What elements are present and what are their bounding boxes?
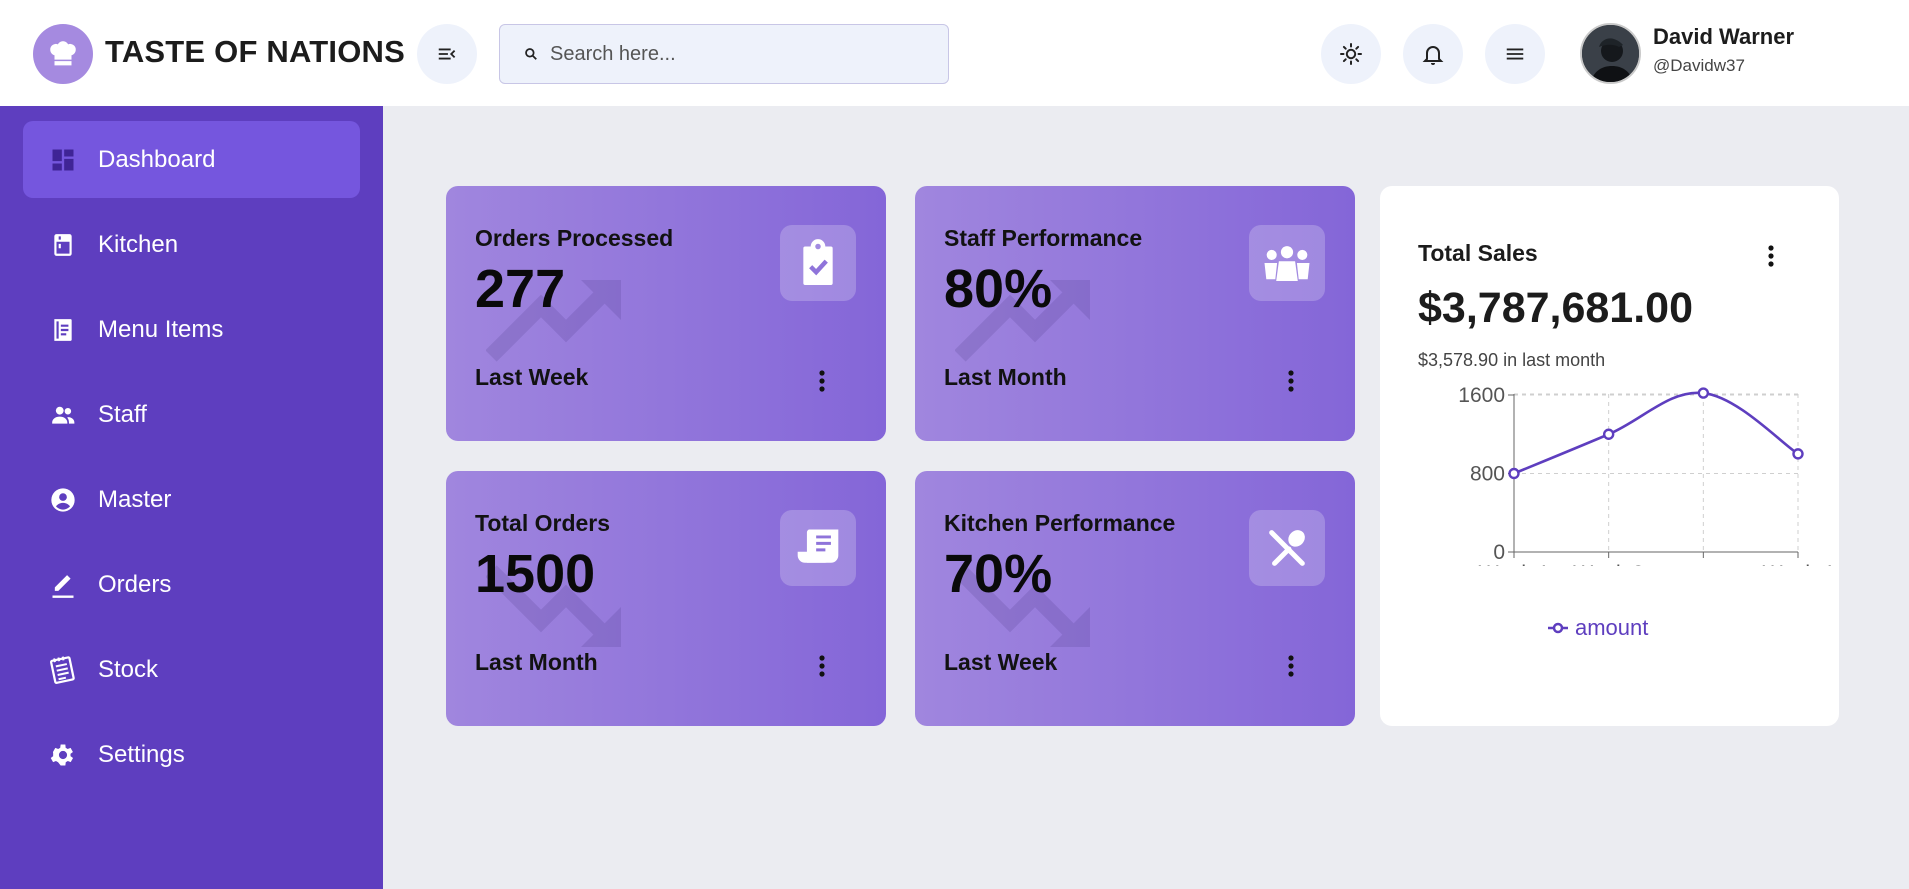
receipt-icon xyxy=(780,510,856,586)
more-vertical-icon xyxy=(1288,655,1294,677)
notifications-button[interactable] xyxy=(1403,24,1463,84)
card-period: Last Month xyxy=(475,649,598,675)
sidebar-toggle-button[interactable] xyxy=(417,24,477,84)
dashboard-icon xyxy=(48,145,78,175)
sales-subtitle: $3,578.90 in last month xyxy=(1418,350,1606,370)
sidebar-item-label: Master xyxy=(98,485,172,513)
avatar[interactable] xyxy=(1580,23,1641,84)
top-bar: TASTE OF NATIONS David Warner @Davidw37 xyxy=(0,0,1909,106)
sidebar-item-menu-items[interactable]: Menu Items xyxy=(23,291,360,368)
group-icon xyxy=(1249,225,1325,301)
stat-card-total-orders: Total Orders 1500 Last Month xyxy=(446,471,886,726)
card-period: Last Week xyxy=(475,364,589,390)
sidebar: Dashboard Kitchen Menu Items Staff Maste… xyxy=(0,106,383,889)
more-options-button[interactable] xyxy=(1281,651,1301,681)
sidebar-item-orders[interactable]: Orders xyxy=(23,546,360,623)
data-point xyxy=(1602,428,1615,440)
more-vertical-icon xyxy=(1768,245,1774,267)
legend-label: amount xyxy=(1575,615,1649,640)
user-handle: @Davidw37 xyxy=(1653,56,1745,75)
sales-total: $3,787,681.00 xyxy=(1418,284,1693,332)
card-value: 80% xyxy=(944,259,1053,319)
data-point xyxy=(1792,448,1804,460)
x-tick-label: Week 1 xyxy=(1479,562,1550,566)
sun-icon xyxy=(1340,43,1362,65)
clipboard-check-icon xyxy=(780,225,856,301)
bell-icon xyxy=(1422,46,1444,65)
search-box xyxy=(499,24,949,84)
more-vertical-icon xyxy=(819,370,825,392)
sidebar-item-label: Menu Items xyxy=(98,315,224,343)
sidebar-item-kitchen[interactable]: Kitchen xyxy=(23,206,360,283)
account-circle-icon xyxy=(48,485,78,515)
gear-icon xyxy=(48,740,78,770)
data-point xyxy=(1697,387,1710,399)
y-tick-label: 0 xyxy=(1493,541,1505,564)
sidebar-item-master[interactable]: Master xyxy=(23,461,360,538)
more-vertical-icon xyxy=(819,655,825,677)
card-title: Total Orders xyxy=(475,510,611,536)
more-options-button[interactable] xyxy=(812,651,832,681)
card-value: 1500 xyxy=(475,544,596,604)
main-menu-button[interactable] xyxy=(1485,24,1545,84)
sidebar-item-label: Kitchen xyxy=(98,230,179,258)
user-name[interactable]: David Warner xyxy=(1653,24,1794,50)
sidebar-item-settings[interactable]: Settings xyxy=(23,716,360,793)
sales-line-chart: 0 800 1600 Week 1 Week 2 Week 4 xyxy=(1458,386,1834,566)
chef-hat-logo-icon[interactable] xyxy=(33,24,93,84)
hamburger-icon xyxy=(1506,48,1524,60)
search-icon xyxy=(524,47,538,61)
app-title: TASTE OF NATIONS xyxy=(105,34,405,69)
menu-collapse-icon xyxy=(438,48,456,60)
more-options-button[interactable] xyxy=(1761,241,1781,271)
card-title: Staff Performance xyxy=(944,225,1143,251)
data-point xyxy=(1508,467,1520,480)
notepad-icon xyxy=(48,655,78,685)
search-input[interactable] xyxy=(550,42,910,66)
x-tick-label: Week 4 xyxy=(1763,562,1834,566)
total-sales-panel: Total Sales $3,787,681.00 $3,578.90 in l… xyxy=(1380,186,1839,726)
sidebar-item-stock[interactable]: Stock xyxy=(23,631,360,708)
y-tick-label: 1600 xyxy=(1458,386,1505,407)
sidebar-item-label: Settings xyxy=(98,740,185,768)
kitchen-icon xyxy=(48,230,78,260)
edit-icon xyxy=(48,570,78,600)
card-value: 277 xyxy=(475,259,566,319)
card-title: Orders Processed xyxy=(475,225,674,251)
sidebar-item-label: Orders xyxy=(98,570,172,598)
more-vertical-icon xyxy=(1288,370,1294,392)
legend-line-marker-icon xyxy=(1548,622,1568,634)
sidebar-item-staff[interactable]: Staff xyxy=(23,376,360,453)
y-tick-label: 800 xyxy=(1470,463,1505,486)
sidebar-item-label: Staff xyxy=(98,400,147,428)
theme-toggle-button[interactable] xyxy=(1321,24,1381,84)
sales-title: Total Sales xyxy=(1418,240,1538,266)
menu-book-icon xyxy=(48,315,78,345)
stat-card-orders-processed: Orders Processed 277 Last Week xyxy=(446,186,886,441)
sidebar-item-dashboard[interactable]: Dashboard xyxy=(23,121,360,198)
series-line-amount xyxy=(1513,391,1799,475)
card-period: Last Month xyxy=(944,364,1067,390)
more-options-button[interactable] xyxy=(812,366,832,396)
people-icon xyxy=(48,400,78,430)
x-tick-label: Week 2 xyxy=(1573,562,1644,566)
stat-card-staff-performance: Staff Performance 80% Last Month xyxy=(915,186,1355,441)
card-period: Last Week xyxy=(944,649,1058,675)
stat-card-kitchen-performance: Kitchen Performance 70% Last Week xyxy=(915,471,1355,726)
utensils-icon xyxy=(1249,510,1325,586)
sidebar-item-label: Stock xyxy=(98,655,159,683)
sidebar-item-label: Dashboard xyxy=(98,145,216,173)
more-options-button[interactable] xyxy=(1281,366,1301,396)
chart-legend[interactable]: amount xyxy=(1547,615,1648,641)
card-value: 70% xyxy=(944,544,1053,604)
card-title: Kitchen Performance xyxy=(944,510,1176,536)
